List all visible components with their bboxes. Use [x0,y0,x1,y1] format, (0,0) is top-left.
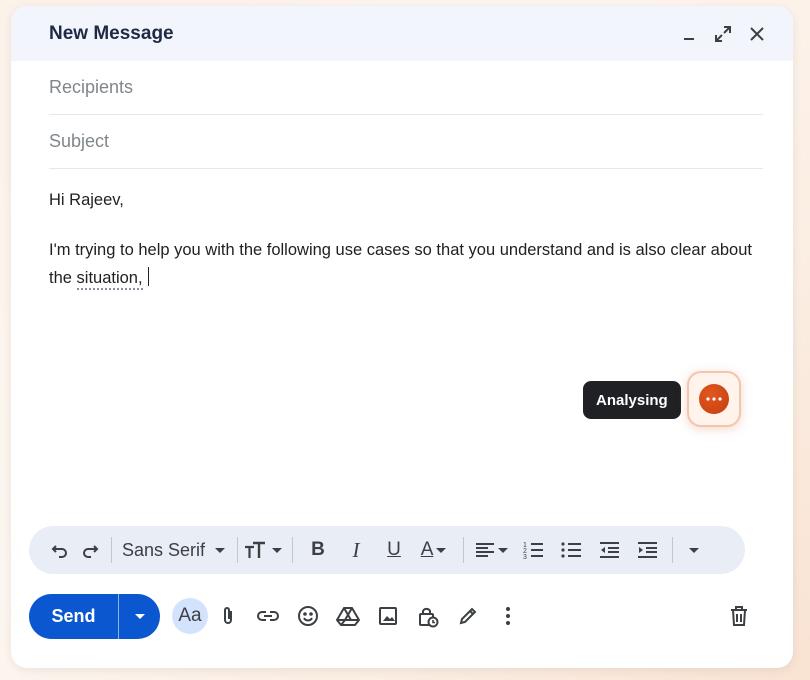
formatting-toolbar: Sans Serif B I U A 123 [29,526,745,574]
italic-button[interactable]: I [337,534,375,566]
align-button[interactable] [470,534,514,566]
chevron-down-icon [689,548,700,553]
text-color-icon: A [420,539,434,560]
more-options-icon[interactable] [488,596,528,636]
numbered-list-icon[interactable]: 123 [514,534,552,566]
greeting-line: Hi Rajeev, [49,191,124,209]
toolbar-divider [111,537,112,563]
message-body[interactable]: Hi Rajeev, I'm trying to help you with t… [49,169,763,292]
spelling-flag-word[interactable]: situation, [76,269,143,290]
text-caret [147,267,150,286]
chevron-down-icon [134,614,145,619]
window-title: New Message [49,22,174,44]
body-text: I'm trying to help you with the followin… [49,241,752,287]
more-dots-icon [699,384,729,414]
analysing-tooltip: Analysing [583,381,681,419]
indent-more-icon[interactable] [628,534,666,566]
text-size-button[interactable] [244,534,286,566]
emoji-icon[interactable] [288,596,328,636]
ai-assistant-button[interactable] [687,371,741,427]
chevron-down-icon [215,548,226,553]
bulleted-list-icon[interactable] [552,534,590,566]
close-icon[interactable] [747,24,767,44]
underline-button[interactable]: U [375,534,413,566]
font-family-label: Sans Serif [122,539,206,560]
recipients-row [49,61,763,115]
attach-icon[interactable] [208,596,248,636]
text-color-button[interactable]: A [413,534,457,566]
photo-icon[interactable] [368,596,408,636]
toolbar-divider [292,537,294,563]
send-button-group: Send [29,593,160,639]
confidential-lock-icon[interactable] [408,596,448,636]
drive-icon[interactable] [328,596,368,636]
compose-header: New Message [11,6,793,61]
toolbar-divider [672,537,674,563]
minimize-icon[interactable] [679,24,699,44]
expand-icon[interactable] [713,24,733,44]
bold-button[interactable]: B [299,534,337,566]
send-button[interactable]: Send [29,594,118,639]
trash-icon[interactable] [719,596,759,636]
undo-icon[interactable] [45,534,75,566]
formatting-options-button[interactable]: Aa [172,598,208,634]
text-size-icon [245,541,266,558]
body-paragraph: I'm trying to help you with the followin… [49,236,763,292]
send-options-button[interactable] [119,594,160,639]
toolbar-divider [463,537,465,563]
chevron-down-icon [498,548,509,553]
subject-input[interactable] [49,131,763,152]
signature-pen-icon[interactable] [448,596,488,636]
more-formatting-button[interactable] [679,534,709,566]
compose-footer: Send Aa [29,593,759,639]
chevron-down-icon [436,548,447,553]
svg-text:3: 3 [523,554,527,560]
window-controls [679,24,767,44]
toolbar-divider [237,537,239,563]
redo-icon[interactable] [75,534,105,566]
indent-less-icon[interactable] [590,534,628,566]
link-icon[interactable] [248,596,288,636]
chevron-down-icon [272,548,283,553]
subject-row [49,115,763,169]
font-family-select[interactable]: Sans Serif [118,534,231,566]
recipients-input[interactable] [49,77,763,98]
align-left-icon [476,543,495,557]
